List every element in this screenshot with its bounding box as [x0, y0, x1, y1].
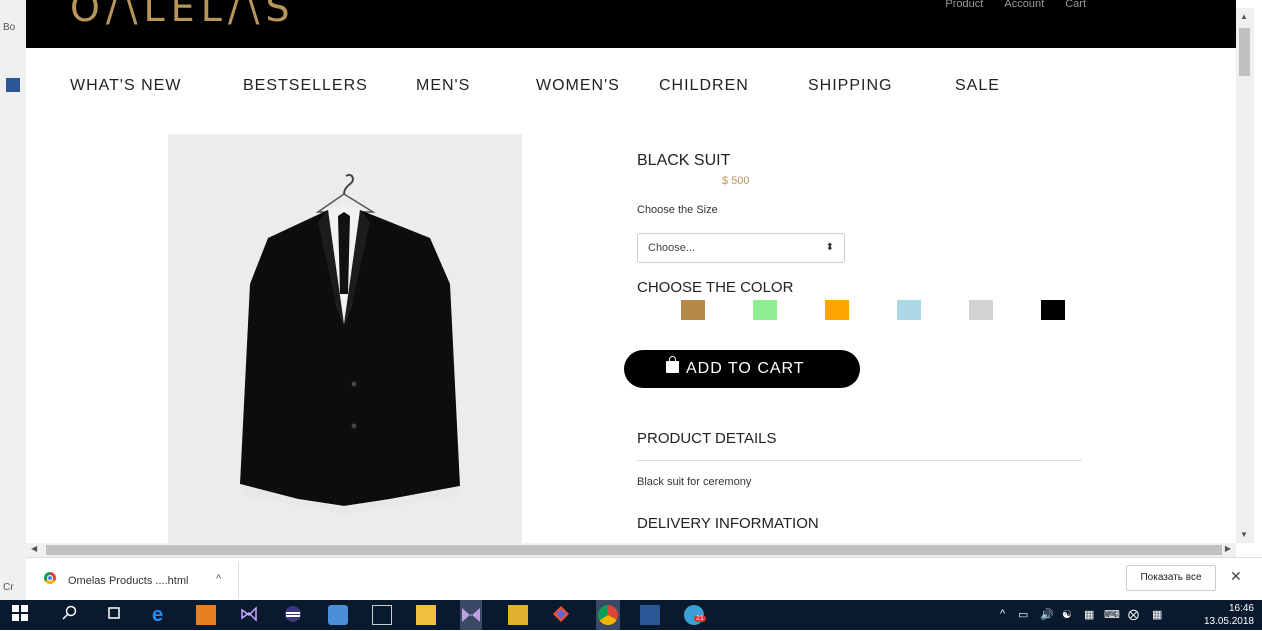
active-app-icon[interactable]: [460, 600, 482, 630]
scroll-down-icon[interactable]: ▼: [1240, 530, 1248, 539]
nav-whats-new[interactable]: WHAT'S NEW: [70, 77, 181, 95]
shopping-bag-icon: [666, 356, 679, 373]
nav-womens[interactable]: WOMEN'S: [536, 77, 620, 95]
download-item[interactable]: Omelas Products ....html ^: [34, 562, 239, 598]
download-bar: Omelas Products ....html ^ Показать все …: [26, 557, 1262, 600]
task-view-icon[interactable]: [106, 605, 126, 625]
word-doc-icon[interactable]: [6, 78, 20, 92]
delivery-info-heading[interactable]: DELIVERY INFORMATION: [637, 515, 819, 532]
visual-studio-icon[interactable]: [240, 605, 260, 625]
active-chrome-icon[interactable]: [596, 600, 620, 630]
windows-start-icon[interactable]: [12, 605, 32, 625]
color-swatch-orange[interactable]: [825, 300, 849, 320]
color-swatch-brown[interactable]: [681, 300, 705, 320]
nav-shipping[interactable]: SHIPPING: [808, 77, 892, 95]
divider: [637, 460, 1082, 461]
page-viewport: O/\LEL/\S Product Account Cart WHAT'S NE…: [26, 0, 1236, 543]
product-image: [168, 134, 522, 543]
color-swatch-black[interactable]: [1041, 300, 1065, 320]
volume-icon[interactable]: 🔊: [1040, 608, 1054, 621]
word-icon[interactable]: [640, 605, 660, 625]
nav-sale[interactable]: SALE: [955, 77, 1000, 95]
download-file-name: Omelas Products ....html: [68, 575, 189, 587]
site-logo[interactable]: O/\LEL/\S: [70, 0, 296, 30]
nav-bestsellers[interactable]: BESTSELLERS: [243, 77, 368, 95]
size-label: Choose the Size: [637, 204, 718, 216]
header-link-product[interactable]: Product: [945, 0, 983, 10]
file-explorer-icon[interactable]: [416, 605, 436, 625]
status-icon[interactable]: ⨂: [1128, 608, 1139, 621]
scroll-right-icon[interactable]: ▶: [1225, 544, 1231, 553]
telegram-icon[interactable]: 21: [684, 605, 706, 625]
clock[interactable]: 16:46 13.05.2018: [1204, 602, 1254, 628]
chevron-up-tray-icon[interactable]: ^: [1000, 608, 1005, 620]
terminal-icon[interactable]: [372, 605, 392, 625]
color-swatch-light-gray[interactable]: [969, 300, 993, 320]
product-price: $ 500: [722, 175, 750, 187]
edge-text-top: Bo: [3, 22, 16, 33]
scroll-up-icon[interactable]: ▲: [1240, 12, 1248, 21]
close-icon[interactable]: ✕: [1230, 568, 1242, 585]
header-link-cart[interactable]: Cart: [1065, 0, 1086, 10]
database-icon[interactable]: [508, 605, 528, 625]
chevron-up-icon[interactable]: ^: [216, 573, 221, 585]
horizontal-scrollbar[interactable]: ◀ ▶: [26, 543, 1236, 557]
vertical-scrollbar[interactable]: ▲ ▼: [1236, 8, 1254, 543]
select-arrows-icon: ⬍: [825, 242, 834, 253]
notification-badge: 21: [694, 615, 706, 622]
sublime-text-icon[interactable]: [196, 605, 216, 625]
color-label: CHOOSE THE COLOR: [637, 279, 794, 296]
scroll-left-icon[interactable]: ◀: [31, 544, 37, 553]
product-details-heading[interactable]: PRODUCT DETAILS: [637, 430, 776, 447]
background-window-strip: Bo Cr: [0, 0, 26, 600]
windows-taskbar: e 21 ^ ▭ 🔊 ☯ ▦ ⌨ ⨂ ▦ 16:46 13.05.2018: [0, 600, 1262, 630]
size-select[interactable]: Choose... ⬍: [637, 233, 845, 263]
app-icon[interactable]: [328, 605, 348, 625]
header-links: Product Account Cart: [927, 0, 1086, 10]
search-icon[interactable]: [62, 605, 82, 625]
color-swatch-green[interactable]: [753, 300, 777, 320]
git-icon[interactable]: [552, 605, 572, 625]
product-details-text: Black suit for ceremony: [637, 476, 752, 488]
nav-children[interactable]: CHILDREN: [659, 77, 749, 95]
add-to-cart-label: ADD TO CART: [686, 360, 805, 377]
add-to-cart-button[interactable]: ADD TO CART: [624, 350, 860, 388]
keyboard-icon[interactable]: ⌨: [1104, 608, 1120, 621]
horizontal-scroll-thumb[interactable]: [46, 545, 1222, 555]
nav-mens[interactable]: MEN'S: [416, 77, 470, 95]
product-title: BLACK SUIT: [637, 152, 731, 169]
size-select-value: Choose...: [648, 242, 696, 254]
color-swatch-light-blue[interactable]: [897, 300, 921, 320]
main-nav: WHAT'S NEW BESTSELLERS MEN'S WOMEN'S CHI…: [26, 48, 1236, 128]
show-all-button[interactable]: Показать все: [1126, 565, 1216, 591]
eclipse-icon[interactable]: [284, 605, 304, 625]
vertical-scroll-thumb[interactable]: [1239, 28, 1250, 76]
edge-text-bottom: Cr: [3, 582, 14, 593]
black-suit-illustration: [240, 174, 460, 514]
language-icon[interactable]: ▦: [1152, 608, 1162, 621]
clock-time: 16:46: [1228, 603, 1254, 614]
clock-date: 13.05.2018: [1203, 616, 1254, 627]
wifi-icon[interactable]: ☯: [1062, 608, 1072, 621]
header-link-account[interactable]: Account: [1004, 0, 1044, 10]
site-header: O/\LEL/\S Product Account Cart: [26, 0, 1236, 48]
edge-browser-icon[interactable]: e: [152, 605, 172, 625]
chrome-file-icon: [44, 572, 56, 584]
network-icon[interactable]: ▭: [1018, 608, 1028, 621]
notifications-icon[interactable]: ▦: [1084, 608, 1094, 621]
